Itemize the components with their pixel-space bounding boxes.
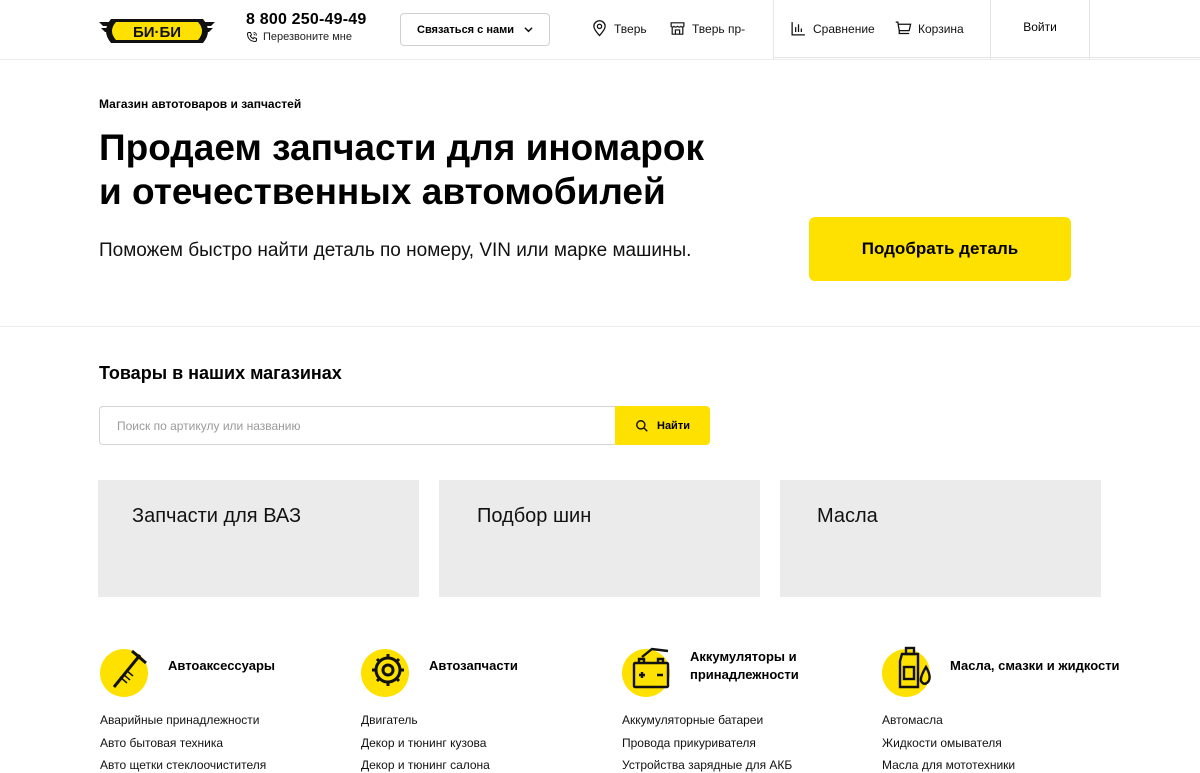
contact-us-label: Связаться с нами <box>417 23 514 36</box>
category-link[interactable]: Авто щетки стеклоочистителя <box>100 754 266 773</box>
search-button-label: Найти <box>657 419 690 432</box>
search-button[interactable]: Найти <box>615 406 710 445</box>
hero-title-line-1: Продаем запчасти для иномарок <box>99 127 704 168</box>
category-links: Аккумуляторные батареи Провода прикурива… <box>622 709 792 773</box>
phone-icon <box>246 32 257 43</box>
section-divider <box>0 326 1200 327</box>
category-links: Автомасла Жидкости омывателя Масла для м… <box>882 709 1015 773</box>
category-title[interactable]: Автозапчасти <box>429 640 609 692</box>
wiper-icon <box>100 649 148 697</box>
category-title[interactable]: Автоаксессуары <box>168 640 348 692</box>
category-links: Двигатель Декор и тюнинг кузова Декор и … <box>361 709 490 773</box>
pick-part-button[interactable]: Подобрать деталь <box>809 217 1071 281</box>
category-link[interactable]: Двигатель <box>361 709 490 732</box>
callback-label: Перезвоните мне <box>263 31 352 43</box>
compare-label: Сравнение <box>813 21 875 36</box>
category-link[interactable]: Аккумуляторные батареи <box>622 709 792 732</box>
contact-us-button[interactable]: Связаться с нами <box>400 13 550 46</box>
city-selector[interactable]: Тверь <box>591 20 647 37</box>
header-bottom-line <box>774 57 1200 58</box>
oil-can-icon <box>882 646 931 697</box>
header-divider <box>1089 0 1090 60</box>
category-links: Аварийные принадлежности Авто бытовая те… <box>100 709 266 773</box>
category-link[interactable]: Декор и тюнинг кузова <box>361 732 490 755</box>
battery-icon <box>622 647 670 697</box>
category-link[interactable]: Автомасла <box>882 709 1015 732</box>
category-link[interactable]: Авто бытовая техника <box>100 732 266 755</box>
logo-text: БИ·БИ <box>133 24 181 41</box>
header-divider <box>773 0 774 60</box>
category-link[interactable]: Устройства зарядные для АКБ <box>622 754 792 773</box>
compare-chart-icon <box>791 22 805 36</box>
hero-subtitle: Поможем быстро найти деталь по номеру, V… <box>99 240 692 261</box>
tile-vaz-parts[interactable]: Запчасти для ВАЗ <box>98 480 419 597</box>
product-search-input[interactable] <box>99 406 616 445</box>
hero-eyebrow: Магазин автотоваров и запчастей <box>99 97 302 111</box>
store-label: Тверь пр- <box>692 21 746 36</box>
phone-number[interactable]: 8 800 250-49-49 <box>246 11 366 29</box>
store-selector[interactable]: Тверь пр- <box>669 20 745 37</box>
store-products-title: Товары в наших магазинах <box>99 363 342 383</box>
cart-label: Корзина <box>918 21 964 36</box>
store-icon <box>670 22 685 35</box>
gear-icon <box>361 649 409 697</box>
login-link[interactable]: Войти <box>991 20 1089 34</box>
compare-link[interactable]: Сравнение <box>790 20 875 37</box>
chevron-down-icon <box>524 27 533 33</box>
cart-link[interactable]: Корзина <box>895 20 964 37</box>
site-header: БИ·БИ 8 800 250-49-49 Перезвоните мне Св… <box>0 0 1200 60</box>
category-title[interactable]: Аккумуляторы и принадлежности <box>690 640 870 692</box>
category-link[interactable]: Провода прикуривателя <box>622 732 792 755</box>
cart-icon <box>895 21 912 35</box>
bibi-logo[interactable]: БИ·БИ <box>99 17 215 45</box>
category-link[interactable]: Декор и тюнинг салона <box>361 754 490 773</box>
location-pin-icon <box>593 20 606 37</box>
callback-link[interactable]: Перезвоните мне <box>246 31 352 43</box>
category-link[interactable]: Аварийные принадлежности <box>100 709 266 732</box>
hero-title-line-2: и отечественных автомобилей <box>99 171 666 212</box>
hero-title: Продаем запчасти для иномарок и отечеств… <box>99 126 799 214</box>
category-title[interactable]: Масла, смазки и жидкости <box>950 640 1130 692</box>
category-link[interactable]: Жидкости омывателя <box>882 732 1015 755</box>
tile-oils[interactable]: Масла <box>780 480 1101 597</box>
tile-tire-selection[interactable]: Подбор шин <box>439 480 760 597</box>
city-label: Тверь <box>614 21 647 36</box>
search-icon <box>636 419 648 432</box>
category-link[interactable]: Масла для мототехники <box>882 754 1015 773</box>
